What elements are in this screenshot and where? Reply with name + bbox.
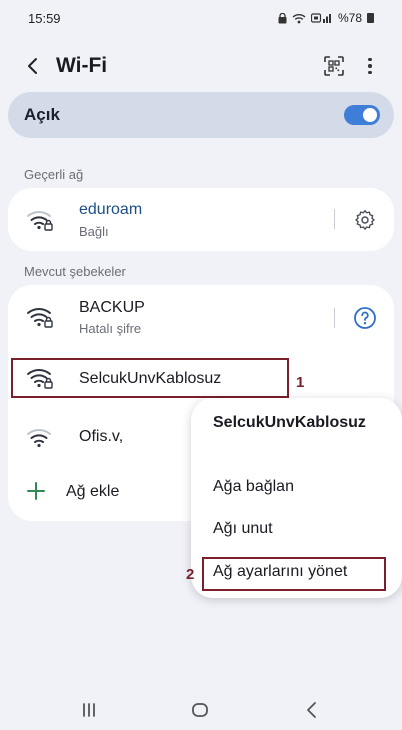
navigation-bar bbox=[0, 690, 402, 730]
current-network-row[interactable]: eduroam Bağlı bbox=[8, 188, 394, 251]
battery-icon bbox=[367, 13, 374, 23]
chevron-left-icon bbox=[28, 58, 37, 74]
gear-icon[interactable] bbox=[353, 208, 377, 232]
add-network-button[interactable]: Ağ ekle bbox=[8, 471, 208, 515]
wifi-toggle-row[interactable]: Açık bbox=[8, 92, 394, 138]
status-bar: 15:59 %78 bbox=[0, 0, 402, 36]
annotation-number-1: 1 bbox=[296, 374, 305, 391]
status-time: 15:59 bbox=[28, 10, 61, 26]
network-row-backup[interactable]: BACKUP Hatalı şifre bbox=[8, 285, 394, 353]
wifi-toggle-label: Açık bbox=[24, 105, 60, 124]
network-name: BACKUP bbox=[79, 299, 145, 316]
switch-knob bbox=[363, 108, 377, 122]
divider bbox=[334, 209, 335, 229]
back-nav-icon[interactable] bbox=[300, 700, 324, 720]
plus-icon bbox=[27, 482, 45, 500]
add-network-label: Ağ ekle bbox=[66, 483, 120, 500]
network-row-selcukunvkablosuz[interactable]: SelcukUnvKablosuz bbox=[8, 358, 394, 398]
network-context-menu: SelcukUnvKablosuz Ağa bağlan Ağı unut Ağ… bbox=[191, 398, 402, 598]
lock-status-icon bbox=[278, 12, 287, 23]
qr-code-icon[interactable] bbox=[322, 54, 346, 78]
current-network-section-title: Geçerli ağ bbox=[24, 167, 84, 182]
wifi-switch[interactable] bbox=[344, 105, 380, 125]
current-network-name: eduroam bbox=[79, 201, 143, 218]
wifi-settings-screen: 15:59 %78 Wi-Fi Açık Geçerli ağ eduroam … bbox=[0, 0, 402, 730]
home-icon[interactable] bbox=[188, 700, 212, 720]
volte-signal-icon bbox=[310, 12, 331, 23]
network-name: SelcukUnvKablosuz bbox=[79, 370, 222, 387]
wifi-status-icon bbox=[292, 13, 306, 23]
menu-item-forget[interactable]: Ağı unut bbox=[213, 520, 273, 538]
wifi-lock-icon bbox=[27, 369, 53, 389]
network-name: Ofis.v, bbox=[79, 428, 124, 445]
more-options-dot bbox=[368, 57, 372, 62]
page-title: Wi-Fi bbox=[56, 54, 108, 77]
battery-percent: %78 bbox=[337, 11, 362, 25]
available-networks-section-title: Mevcut şebekeler bbox=[24, 264, 126, 279]
recent-apps-icon[interactable] bbox=[77, 700, 101, 720]
more-options-button[interactable] bbox=[358, 54, 382, 78]
menu-item-manage-settings[interactable]: Ağ ayarlarını yönet bbox=[213, 563, 347, 581]
wifi-lock-icon bbox=[27, 211, 53, 231]
network-status: Hatalı şifre bbox=[79, 321, 142, 336]
back-button[interactable] bbox=[18, 52, 46, 80]
wifi-lock-icon bbox=[27, 308, 53, 328]
current-network-status: Bağlı bbox=[79, 224, 109, 239]
divider bbox=[334, 308, 335, 328]
more-options-dot bbox=[368, 64, 372, 68]
app-header: Wi-Fi bbox=[0, 44, 402, 88]
annotation-number-2: 2 bbox=[186, 566, 195, 583]
help-icon[interactable] bbox=[353, 306, 377, 330]
wifi-icon bbox=[27, 429, 51, 448]
more-options-dot bbox=[368, 70, 372, 75]
status-icons: %78 bbox=[278, 11, 374, 25]
current-network-card: eduroam Bağlı bbox=[8, 188, 394, 251]
context-menu-title: SelcukUnvKablosuz bbox=[213, 414, 366, 431]
menu-item-connect[interactable]: Ağa bağlan bbox=[213, 478, 294, 496]
